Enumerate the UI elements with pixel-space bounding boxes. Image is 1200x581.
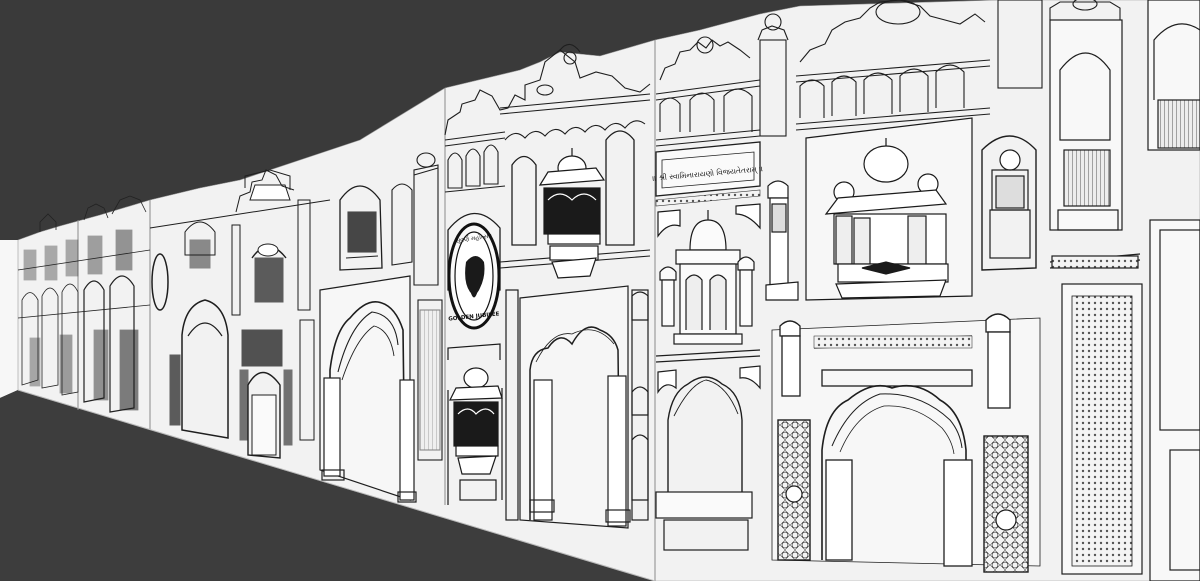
wall-elevation-render: સુવર્ણ મહોત્સવ GOLDEN JUBILEE ॥ શ્રી સ્વ… — [0, 0, 1200, 581]
center-doorway — [505, 285, 649, 529]
grand-arch-left — [319, 275, 417, 503]
golden-jubilee-medallion: સુવર્ણ મહોત્સવ GOLDEN JUBILEE — [447, 212, 501, 330]
grand-arch-right — [771, 313, 1041, 573]
far-wall-end — [0, 240, 18, 398]
